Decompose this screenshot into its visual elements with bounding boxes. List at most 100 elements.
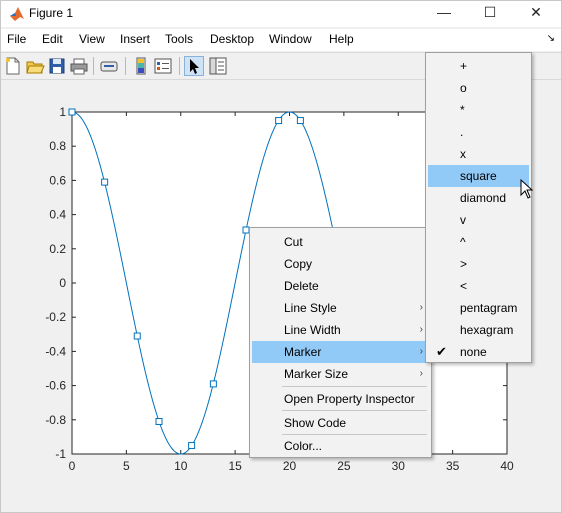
- figure-window: Figure 1 — ☐ ✕ File Edit View Insert Too…: [0, 0, 562, 513]
- x-tick-label: 10: [174, 459, 188, 473]
- y-tick-label: 0.8: [49, 139, 66, 153]
- x-tick-label: 0: [69, 459, 76, 473]
- maximize-button[interactable]: ☐: [467, 1, 513, 25]
- y-tick-label: -1: [55, 447, 66, 461]
- y-tick-label: 0.6: [49, 173, 66, 187]
- ctx-item-marker-size[interactable]: Marker Size ›: [252, 363, 429, 385]
- menu-view[interactable]: View: [79, 32, 105, 46]
- marker-option-plus[interactable]: +: [428, 55, 529, 77]
- menu-desktop[interactable]: Desktop: [210, 32, 254, 46]
- y-tick-label: -0.8: [45, 413, 66, 427]
- insert-colorbar-icon[interactable]: [131, 56, 151, 76]
- ctx-item-line-style[interactable]: Line Style ›: [252, 297, 429, 319]
- save-icon[interactable]: [47, 56, 67, 76]
- x-tick-label: 30: [392, 459, 406, 473]
- marker-option-label: none: [460, 345, 487, 359]
- maximize-icon: ☐: [483, 4, 497, 20]
- x-tick-label: 40: [500, 459, 514, 473]
- x-tick-label: 5: [123, 459, 130, 473]
- marker-option-triangle-up[interactable]: ^: [428, 231, 529, 253]
- square-marker[interactable]: [68, 108, 76, 116]
- ctx-item-label: Open Property Inspector: [284, 392, 415, 406]
- square-marker[interactable]: [296, 117, 304, 125]
- window-title: Figure 1: [29, 6, 74, 20]
- ctx-item-line-width[interactable]: Line Width ›: [252, 319, 429, 341]
- ctx-item-marker[interactable]: Marker ›: [252, 341, 429, 363]
- marker-option-label: *: [460, 103, 465, 117]
- marker-option-triangle-left[interactable]: <: [428, 275, 529, 297]
- ctx-item-label: Marker: [284, 345, 322, 359]
- marker-option-pentagram[interactable]: pentagram: [428, 297, 529, 319]
- ctx-item-color[interactable]: Color...: [252, 435, 429, 457]
- insert-legend-icon[interactable]: [153, 56, 173, 76]
- marker-submenu: + o * . x square diamond v ^ > < pentagr…: [425, 52, 532, 363]
- menu-separator: [282, 386, 427, 387]
- marker-option-triangle-right[interactable]: >: [428, 253, 529, 275]
- menu-edit[interactable]: Edit: [42, 32, 63, 46]
- menu-tools[interactable]: Tools: [165, 32, 193, 46]
- dock-arrow-icon[interactable]: ↘: [547, 33, 555, 44]
- marker-option-asterisk[interactable]: *: [428, 99, 529, 121]
- x-tick-label: 25: [337, 459, 351, 473]
- menu-separator: [282, 410, 427, 411]
- open-file-icon[interactable]: [25, 56, 45, 76]
- ctx-item-label: Delete: [284, 279, 319, 293]
- marker-option-label: <: [460, 279, 468, 293]
- mouse-pointer-icon: [520, 179, 534, 199]
- square-marker[interactable]: [101, 178, 109, 186]
- y-tick-label: -0.6: [45, 379, 66, 393]
- toolbar-separator: [179, 57, 180, 75]
- square-marker[interactable]: [155, 418, 163, 426]
- marker-option-label: v: [460, 213, 466, 227]
- square-marker[interactable]: [209, 380, 217, 388]
- ctx-item-delete[interactable]: Delete: [252, 275, 429, 297]
- ctx-item-label: Line Style: [284, 301, 337, 315]
- marker-option-circle[interactable]: o: [428, 77, 529, 99]
- y-tick-label: 1: [59, 105, 66, 119]
- edit-plot-button[interactable]: [184, 56, 204, 76]
- marker-option-label: >: [460, 257, 468, 271]
- menu-window[interactable]: Window: [269, 32, 312, 46]
- close-icon: ✕: [530, 4, 542, 20]
- minimize-button[interactable]: —: [421, 1, 467, 25]
- submenu-arrow-icon: ›: [419, 346, 423, 357]
- marker-option-none[interactable]: ✔ none: [428, 341, 529, 363]
- y-tick-label: 0: [59, 276, 66, 290]
- ctx-item-label: Cut: [284, 235, 303, 249]
- checkmark-icon: ✔: [436, 344, 447, 359]
- menu-insert[interactable]: Insert: [120, 32, 150, 46]
- marker-option-square[interactable]: square: [428, 165, 529, 187]
- ctx-item-open-property-inspector[interactable]: Open Property Inspector: [252, 388, 429, 410]
- square-marker[interactable]: [275, 117, 283, 125]
- print-icon[interactable]: [69, 56, 89, 76]
- close-button[interactable]: ✕: [513, 1, 559, 25]
- marker-option-label: x: [460, 147, 466, 161]
- context-menu: Cut Copy Delete Line Style › Line Width …: [249, 227, 432, 458]
- link-plot-icon[interactable]: [99, 56, 119, 76]
- property-inspector-icon[interactable]: [208, 56, 228, 76]
- y-tick-label: -0.4: [45, 344, 66, 358]
- x-tick-label: 15: [228, 459, 242, 473]
- marker-option-triangle-down[interactable]: v: [428, 209, 529, 231]
- marker-option-cross[interactable]: x: [428, 143, 529, 165]
- marker-option-label: .: [460, 125, 464, 139]
- marker-option-diamond[interactable]: diamond: [428, 187, 529, 209]
- ctx-item-cut[interactable]: Cut: [252, 231, 429, 253]
- minimize-icon: —: [437, 4, 451, 20]
- marker-option-label: pentagram: [460, 301, 518, 315]
- square-marker[interactable]: [188, 441, 196, 449]
- menu-bar: File Edit View Insert Tools Desktop Wind…: [1, 29, 561, 51]
- new-figure-icon[interactable]: [3, 56, 23, 76]
- ctx-item-show-code[interactable]: Show Code: [252, 412, 429, 434]
- marker-option-hexagram[interactable]: hexagram: [428, 319, 529, 341]
- marker-option-point[interactable]: .: [428, 121, 529, 143]
- submenu-arrow-icon: ›: [419, 324, 423, 335]
- square-marker[interactable]: [133, 332, 141, 340]
- ctx-item-label: Copy: [284, 257, 313, 271]
- x-tick-label: 35: [446, 459, 460, 473]
- ctx-item-copy[interactable]: Copy: [252, 253, 429, 275]
- menu-help[interactable]: Help: [329, 32, 354, 46]
- ctx-item-label: Show Code: [284, 416, 347, 430]
- menu-file[interactable]: File: [7, 32, 26, 46]
- ctx-item-label: Line Width: [284, 323, 341, 337]
